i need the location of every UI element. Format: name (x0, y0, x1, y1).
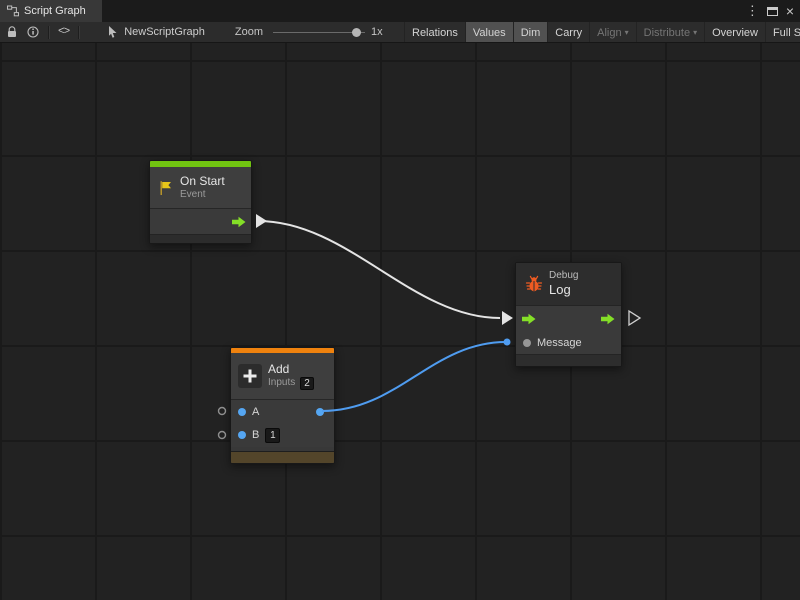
add-port-row-a: A (231, 399, 334, 423)
port-label: Message (537, 337, 582, 349)
debug-message-row: Message (516, 332, 621, 354)
message-input-port[interactable] (523, 339, 531, 347)
node-kind: Debug (549, 270, 578, 282)
close-icon[interactable]: × (786, 4, 794, 18)
add-option-port-a[interactable] (219, 408, 226, 415)
port-b-value-field[interactable]: 1 (265, 428, 280, 443)
flow-output-port[interactable] (232, 216, 246, 228)
on-start-header: On Start Event (150, 167, 251, 208)
window-controls: ⋮ × (746, 0, 800, 22)
input-port-b[interactable] (238, 431, 246, 439)
graph-icon (7, 5, 19, 17)
add-header: Add Inputs 2 (231, 353, 334, 399)
chevron-down-icon: ▾ (625, 28, 629, 37)
toolbar-buttons: Relations Values Dim Carry Align ▾ Distr… (404, 22, 800, 43)
menu-icon[interactable]: ⋮ (746, 3, 759, 19)
add-port-row-b: B 1 (231, 423, 334, 447)
zoom-slider-knob[interactable] (352, 28, 361, 37)
node-footer (150, 234, 251, 243)
graph-name: NewScriptGraph (124, 26, 205, 38)
node-subtitle: Event (180, 189, 225, 201)
node-title: Log (549, 282, 578, 298)
plus-icon (238, 364, 262, 388)
chevron-down-icon: ▾ (693, 28, 697, 37)
add-option-port-b[interactable] (219, 432, 226, 439)
flow-input-port[interactable] (522, 313, 536, 325)
inputs-label: Inputs (268, 377, 295, 389)
zoom-value: 1x (371, 26, 383, 38)
values-button[interactable]: Values (465, 22, 513, 43)
zoom-label: Zoom (235, 26, 263, 38)
tab-title: Script Graph (24, 5, 86, 17)
flow-output-port[interactable] (601, 313, 615, 325)
node-add[interactable]: Add Inputs 2 A B 1 (230, 347, 335, 464)
debug-header: Debug Log (516, 263, 621, 305)
wire-message-endpoint (504, 339, 511, 346)
tab-script-graph[interactable]: Script Graph (0, 0, 102, 22)
log-output-marker[interactable] (629, 311, 640, 325)
maximize-icon[interactable] (767, 7, 778, 16)
overview-button[interactable]: Overview (704, 22, 765, 43)
distribute-label: Distribute (644, 27, 690, 39)
node-footer (516, 354, 621, 366)
port-label: B (252, 429, 259, 441)
node-title: On Start (180, 174, 225, 188)
debug-flow-row (516, 305, 621, 332)
info-icon[interactable] (27, 26, 39, 38)
wire-end-arrowhead (502, 311, 513, 325)
graph-breadcrumb[interactable]: NewScriptGraph (108, 26, 205, 38)
node-debug-log[interactable]: Debug Log Message (515, 262, 622, 367)
script-graph-window: Script Graph ⋮ × <> (0, 0, 800, 600)
wire-start-arrowhead (256, 214, 267, 228)
inputs-count-field[interactable]: 2 (300, 377, 314, 390)
code-icon[interactable]: <> (58, 26, 69, 38)
zoom-slider[interactable] (273, 27, 365, 38)
node-on-start[interactable]: On Start Event (149, 160, 252, 244)
toolbar-separator (48, 26, 49, 39)
input-port-a[interactable] (238, 408, 246, 416)
bug-icon (525, 275, 543, 293)
fullscreen-button[interactable]: Full S (765, 22, 800, 43)
dim-button[interactable]: Dim (513, 22, 548, 43)
on-start-output-row (150, 208, 251, 234)
cursor-icon (108, 26, 118, 38)
wires-layer (0, 43, 800, 600)
relations-button[interactable]: Relations (404, 22, 465, 43)
wire-onstart-to-log[interactable] (258, 221, 500, 318)
align-label: Align (597, 27, 621, 39)
distribute-button[interactable]: Distribute ▾ (636, 22, 704, 43)
output-port-sum[interactable] (316, 408, 324, 416)
carry-button[interactable]: Carry (547, 22, 589, 43)
graph-toolbar: <> NewScriptGraph Zoom 1x Relations Valu… (0, 22, 800, 43)
node-footer (231, 451, 334, 463)
graph-canvas[interactable]: On Start Event Debug (0, 43, 800, 600)
port-label: A (252, 406, 259, 418)
lock-icon[interactable] (7, 26, 17, 38)
flag-icon (158, 180, 174, 196)
wire-add-to-message[interactable] (322, 342, 506, 411)
toolbar-separator (78, 26, 79, 39)
titlebar: Script Graph ⋮ × (0, 0, 800, 22)
node-title: Add (268, 362, 314, 376)
align-button[interactable]: Align ▾ (589, 22, 635, 43)
